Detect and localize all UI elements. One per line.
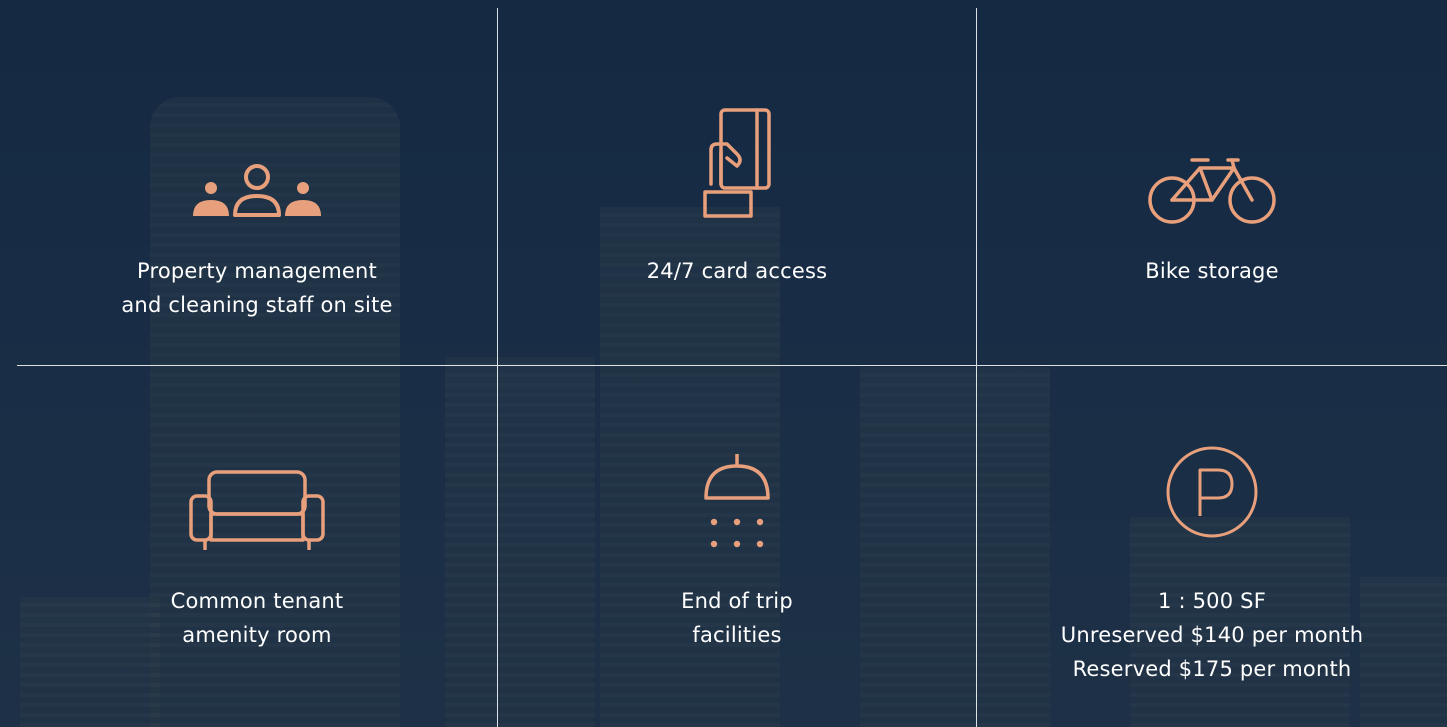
amenities-grid: Property management and cleaning staff o…: [17, 8, 1447, 727]
amenity-bike-storage-label: Bike storage: [1145, 259, 1279, 283]
amenity-parking: 1 : 500 SF Unreserved $140 per month Res…: [977, 366, 1447, 727]
amenity-card-access-label: 24/7 card access: [646, 259, 828, 283]
shower-icon: [702, 452, 772, 552]
amenity-end-of-trip: End of trip facilities: [498, 366, 977, 727]
amenity-tenant-room: Common tenant amenity room: [17, 366, 498, 727]
card-access-icon: [697, 108, 777, 220]
sofa-icon: [189, 470, 325, 552]
amenity-tenant-room-label: Common tenant amenity room: [170, 589, 344, 647]
amenity-staff-label: Property management and cleaning staff o…: [121, 259, 393, 317]
amenity-staff: Property management and cleaning staff o…: [17, 8, 498, 366]
amenity-card-access: 24/7 card access: [498, 8, 977, 366]
bike-icon: [1148, 154, 1276, 226]
amenity-end-of-trip-label: End of trip facilities: [681, 589, 793, 647]
staff-group-icon: [191, 163, 323, 219]
amenities-panel: Property management and cleaning staff o…: [0, 0, 1447, 727]
amenity-parking-label: 1 : 500 SF Unreserved $140 per month Res…: [1060, 589, 1364, 681]
amenity-bike-storage: Bike storage: [977, 8, 1447, 366]
parking-icon: [1166, 446, 1258, 538]
